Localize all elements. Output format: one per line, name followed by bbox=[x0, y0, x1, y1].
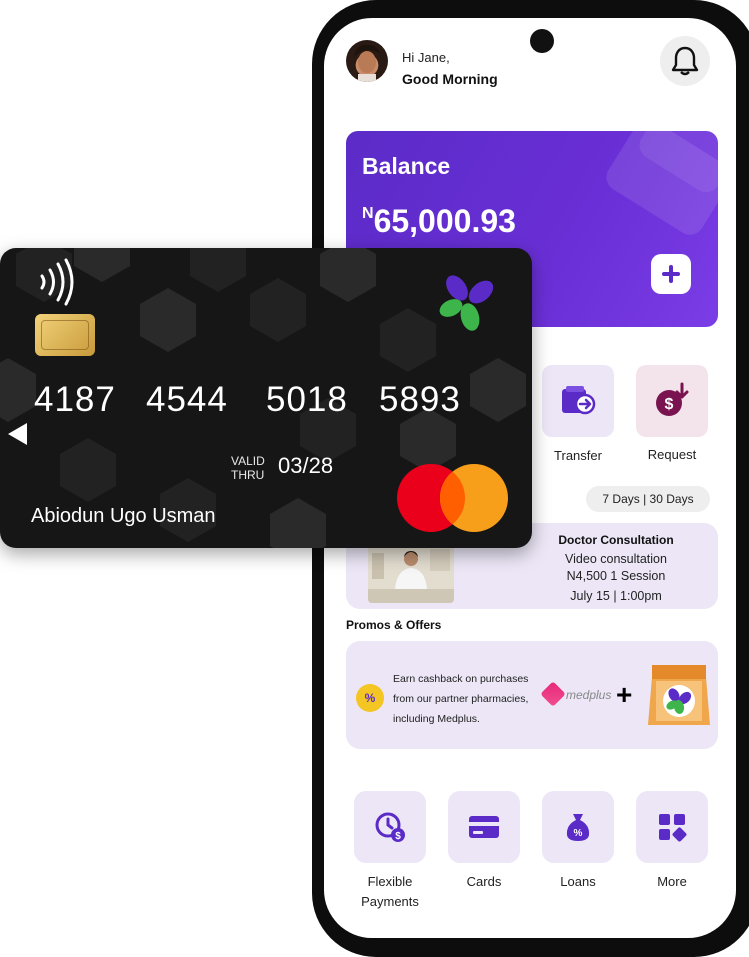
medplus-logo: medplus bbox=[540, 681, 612, 707]
balance-amount: N65,000.93 bbox=[362, 203, 516, 240]
card-number-group: 5018 bbox=[266, 380, 348, 419]
svg-text:$: $ bbox=[665, 396, 674, 413]
card-prev-arrow-icon[interactable] bbox=[8, 423, 27, 445]
card-icon bbox=[469, 816, 499, 838]
money-bag-icon: % bbox=[566, 814, 590, 841]
card-pattern bbox=[270, 498, 326, 548]
bell-icon bbox=[671, 46, 699, 76]
doctor-photo bbox=[368, 541, 454, 603]
card-holder-name: Abiodun Ugo Usman bbox=[31, 505, 216, 527]
wallet-arrow-icon bbox=[562, 386, 596, 415]
loans-button[interactable]: % bbox=[542, 791, 614, 863]
promos-heading: Promos & Offers bbox=[346, 618, 442, 632]
card-pattern bbox=[140, 288, 196, 352]
flexible-payments-label: Flexible Payments bbox=[361, 874, 419, 909]
brand-logo-icon bbox=[439, 275, 494, 331]
appointment-type: Video consultation bbox=[565, 552, 667, 566]
card-pattern bbox=[74, 248, 130, 282]
promo-text-line: including Medplus. bbox=[393, 713, 480, 725]
more-label: More bbox=[657, 874, 687, 889]
plus-sign-icon: + bbox=[616, 679, 633, 710]
medplus-mark-icon bbox=[540, 681, 566, 707]
card-number-group: 4187 bbox=[34, 380, 116, 419]
doctor-image bbox=[368, 541, 454, 603]
thru-label-line: THRU bbox=[231, 468, 265, 482]
svg-text:$: $ bbox=[395, 831, 401, 842]
promo-text-line: from our partner pharmacies, bbox=[393, 693, 529, 705]
valid-label-line: VALID bbox=[231, 454, 265, 468]
transfer-label: Transfer bbox=[554, 448, 602, 463]
expiry-date: 03/28 bbox=[278, 453, 334, 478]
request-label: Request bbox=[647, 447, 697, 462]
loans-label: Loans bbox=[560, 874, 596, 889]
plus-icon bbox=[662, 265, 680, 283]
currency-symbol: N bbox=[362, 205, 374, 222]
card-pattern bbox=[60, 438, 116, 502]
flexible-payments-button[interactable]: $ bbox=[354, 791, 426, 863]
card-pattern bbox=[320, 248, 376, 302]
appointment-time: July 15 | 1:00pm bbox=[570, 589, 662, 603]
card-number-group: 5893 bbox=[379, 380, 461, 419]
notifications-button[interactable] bbox=[660, 36, 710, 86]
chip-icon bbox=[35, 314, 95, 356]
avatar-face-icon bbox=[354, 44, 381, 82]
balance-value: 65,000.93 bbox=[373, 203, 516, 239]
avatar[interactable] bbox=[346, 40, 388, 82]
card-pattern bbox=[0, 358, 36, 422]
cards-label: Cards bbox=[466, 874, 502, 889]
transfer-button[interactable] bbox=[542, 365, 614, 437]
contactless-icon bbox=[40, 258, 74, 306]
card-number-group: 4544 bbox=[146, 380, 228, 419]
appointment-title: Doctor Consultation bbox=[558, 533, 674, 547]
promo-text-line: Earn cashback on purchases bbox=[393, 673, 529, 685]
more-button[interactable] bbox=[636, 791, 708, 863]
period-toggle[interactable]: 7 Days | 30 Days bbox=[586, 486, 710, 512]
svg-text:%: % bbox=[574, 828, 583, 839]
percent-badge-icon: % bbox=[356, 684, 384, 712]
clock-dollar-icon: $ bbox=[375, 812, 405, 842]
grid-icon bbox=[659, 814, 687, 842]
promo-card[interactable]: % Earn cashback on purchases from our pa… bbox=[346, 641, 718, 749]
request-button[interactable]: $ bbox=[636, 365, 708, 437]
medplus-wordmark: medplus bbox=[566, 688, 612, 702]
greeting-text: Hi Jane, bbox=[402, 50, 450, 65]
shopping-bag-icon bbox=[646, 661, 712, 729]
valid-thru-label: VALID THRU bbox=[231, 454, 265, 482]
card-pattern bbox=[250, 278, 306, 342]
card-pattern bbox=[190, 248, 246, 292]
cards-button[interactable] bbox=[448, 791, 520, 863]
balance-label: Balance bbox=[362, 153, 451, 179]
payment-card[interactable]: 4187 4544 5018 5893 VALID THRU 03/28 Abio… bbox=[0, 248, 532, 548]
money-request-icon: $ bbox=[656, 382, 689, 416]
chip-contacts bbox=[41, 320, 89, 350]
card-pattern bbox=[470, 358, 526, 422]
stage: Hi Jane, Good Morning Balance N65,000.93 bbox=[0, 0, 749, 957]
salutation-text: Good Morning bbox=[402, 71, 498, 87]
card-pattern bbox=[380, 308, 436, 372]
add-funds-button[interactable] bbox=[651, 254, 691, 294]
appointment-price: N4,500 1 Session bbox=[566, 569, 666, 583]
front-camera bbox=[530, 29, 554, 53]
